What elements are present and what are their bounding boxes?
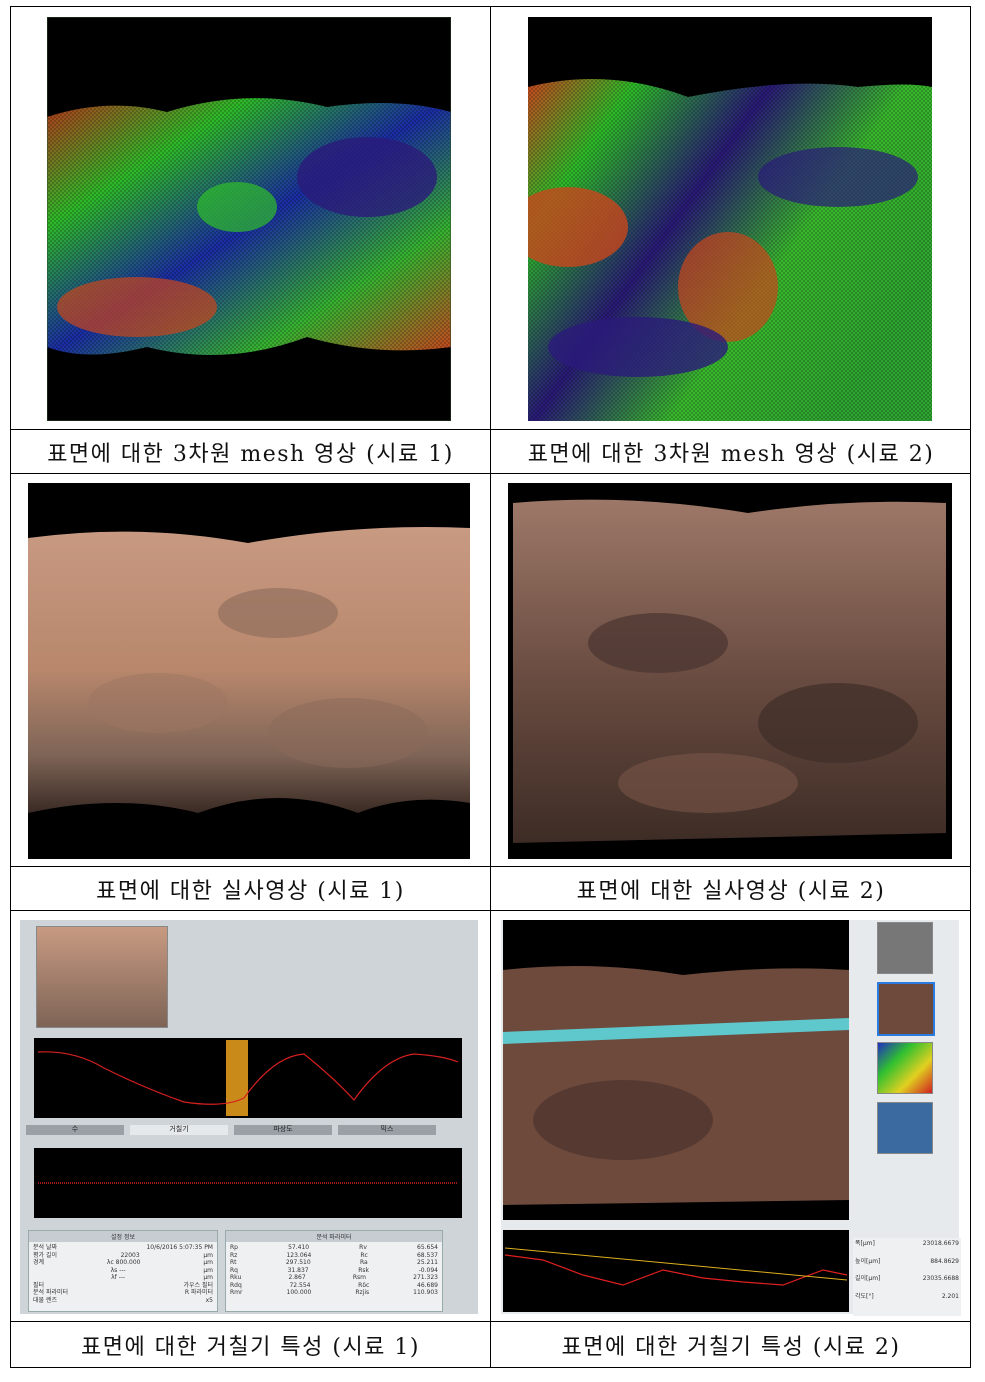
param-name: Rsm (352, 1274, 366, 1281)
settings-label: 경계 (33, 1259, 45, 1266)
grayscale-view-icon[interactable] (877, 922, 933, 974)
param-value: 57.410 (288, 1244, 310, 1251)
tab-sum[interactable]: 수 (26, 1125, 124, 1135)
param-name: Rzjis (355, 1289, 370, 1296)
color-view-icon[interactable] (877, 982, 935, 1036)
settings-info-title: 설정 정보 (29, 1231, 217, 1242)
caption-real-sample-1: 표면에 대한 실사영상 (시료 1) (96, 878, 405, 904)
param-name: Rdq (230, 1281, 242, 1289)
param-value: 297.510 (285, 1259, 311, 1266)
param-value: 2.867 (288, 1274, 306, 1281)
settings-unit: μm (203, 1251, 213, 1259)
settings-unit: μm (203, 1266, 213, 1274)
settings-label: 분석 파라미터 (33, 1289, 69, 1296)
measure-value: 884.8629 (930, 1257, 959, 1265)
analysis-parameters-title: 분석 파라미터 (226, 1231, 442, 1242)
param-name: Rz (230, 1251, 238, 1259)
measure-label: 폭[μm] (855, 1240, 875, 1247)
measure-value: 23035.6688 (922, 1275, 959, 1282)
tab-mix[interactable]: 믹스 (338, 1125, 436, 1135)
param-value: -0.094 (418, 1266, 438, 1274)
param-value: 72.554 (289, 1281, 311, 1289)
settings-value: 22003 (120, 1251, 140, 1259)
profile-line-plot (503, 1230, 849, 1312)
caption-mesh-sample-1: 표면에 대한 3차원 mesh 영상 (시료 1) (47, 441, 454, 467)
3d-view-icon[interactable] (877, 1102, 933, 1154)
settings-value: 가우스 필터 (183, 1281, 213, 1289)
caption-real-sample-2: 표면에 대한 실사영상 (시료 2) (576, 878, 886, 904)
param-value: 123.064 (286, 1251, 312, 1259)
param-name: Ra (359, 1259, 368, 1266)
roughness-screenshot-sample-2: 폭[μm] 23018.6679 높이[μm] 884.8629 길이[μm] 230… (501, 920, 961, 1316)
param-value: 100.000 (286, 1289, 312, 1296)
surface-3d-view (503, 920, 849, 1220)
param-name: Rp (230, 1244, 238, 1251)
settings-value: λf --- (111, 1274, 126, 1281)
measure-value: 23018.6679 (922, 1240, 959, 1247)
settings-info-panel: 설정 정보 분석 날짜 10/6/2016 5:07:35 PM 평가 길이 220… (28, 1230, 218, 1312)
param-value: 46.689 (417, 1281, 438, 1289)
param-value: 25.211 (417, 1259, 438, 1266)
settings-value: λs --- (110, 1266, 126, 1274)
param-name: Rsk (358, 1266, 370, 1274)
height-map-icon[interactable] (877, 1042, 933, 1094)
row-divider (11, 910, 970, 911)
caption-mesh-sample-2: 표면에 대한 3차원 mesh 영상 (시료 2) (527, 441, 935, 467)
view-tabs: 수 거칠기 파상도 믹스 (26, 1125, 436, 1135)
param-value: 271.323 (413, 1274, 438, 1281)
settings-label: 분석 날짜 (33, 1244, 57, 1251)
measure-label: 길이[μm] (855, 1275, 881, 1282)
param-name: Rq (230, 1266, 238, 1274)
settings-unit: μm (203, 1259, 213, 1266)
settings-label: 대물 렌즈 (33, 1296, 57, 1304)
settings-label: 평가 길이 (33, 1251, 57, 1259)
mesh-image-sample-1 (47, 17, 451, 421)
param-name: Rδc (358, 1281, 370, 1289)
settings-label: 필터 (33, 1281, 45, 1289)
measurement-panel: 폭[μm] 23018.6679 높이[μm] 884.8629 길이[μm] 230… (853, 1238, 961, 1316)
param-name: Rc (360, 1251, 368, 1259)
column-divider (490, 7, 491, 1367)
roughness-plot (34, 1148, 462, 1218)
tab-roughness[interactable]: 거칠기 (130, 1125, 228, 1135)
measure-label: 높이[μm] (855, 1257, 881, 1265)
caption-roughness-sample-1: 표면에 대한 거칠기 특성 (시료 1) (80, 1334, 420, 1360)
settings-value: λc 800.000 (106, 1259, 141, 1266)
settings-value: x5 (205, 1296, 213, 1304)
param-name: Rku (230, 1274, 242, 1281)
profile-plot (34, 1038, 462, 1118)
roughness-screenshot-sample-1: 수 거칠기 파상도 믹스 설정 정보 분석 날짜 10/6/2016 5:07:3… (20, 920, 478, 1314)
param-name: Rt (230, 1259, 237, 1266)
param-name: Rv (359, 1244, 367, 1251)
param-value: 31.837 (287, 1266, 309, 1274)
settings-unit: μm (203, 1274, 213, 1281)
row-divider (11, 473, 970, 474)
param-value: 110.903 (413, 1289, 438, 1296)
figure-table: 표면에 대한 3차원 mesh 영상 (시료 1) 표면에 대한 3차원 mes… (10, 6, 971, 1368)
measure-label: 각도[°] (855, 1292, 874, 1300)
mesh-image-sample-2 (528, 17, 932, 421)
real-image-sample-1 (28, 483, 470, 859)
tab-waviness[interactable]: 파상도 (234, 1125, 332, 1135)
measure-value: 2.201 (941, 1292, 959, 1300)
settings-value: R 파라미터 (184, 1289, 213, 1296)
settings-value: 10/6/2016 5:07:35 PM (146, 1244, 213, 1251)
analysis-parameters-panel: 분석 파라미터 Rp 57.410 Rv 65.654 Rz 123.064 Rc 68.5… (225, 1230, 443, 1312)
surface-thumbnail (36, 926, 168, 1028)
caption-roughness-sample-2: 표면에 대한 거칠기 특성 (시료 2) (561, 1334, 901, 1360)
real-image-sample-2 (508, 483, 952, 859)
param-value: 65.654 (417, 1244, 438, 1251)
param-name: Rmr (230, 1289, 243, 1296)
param-value: 68.537 (416, 1251, 438, 1259)
